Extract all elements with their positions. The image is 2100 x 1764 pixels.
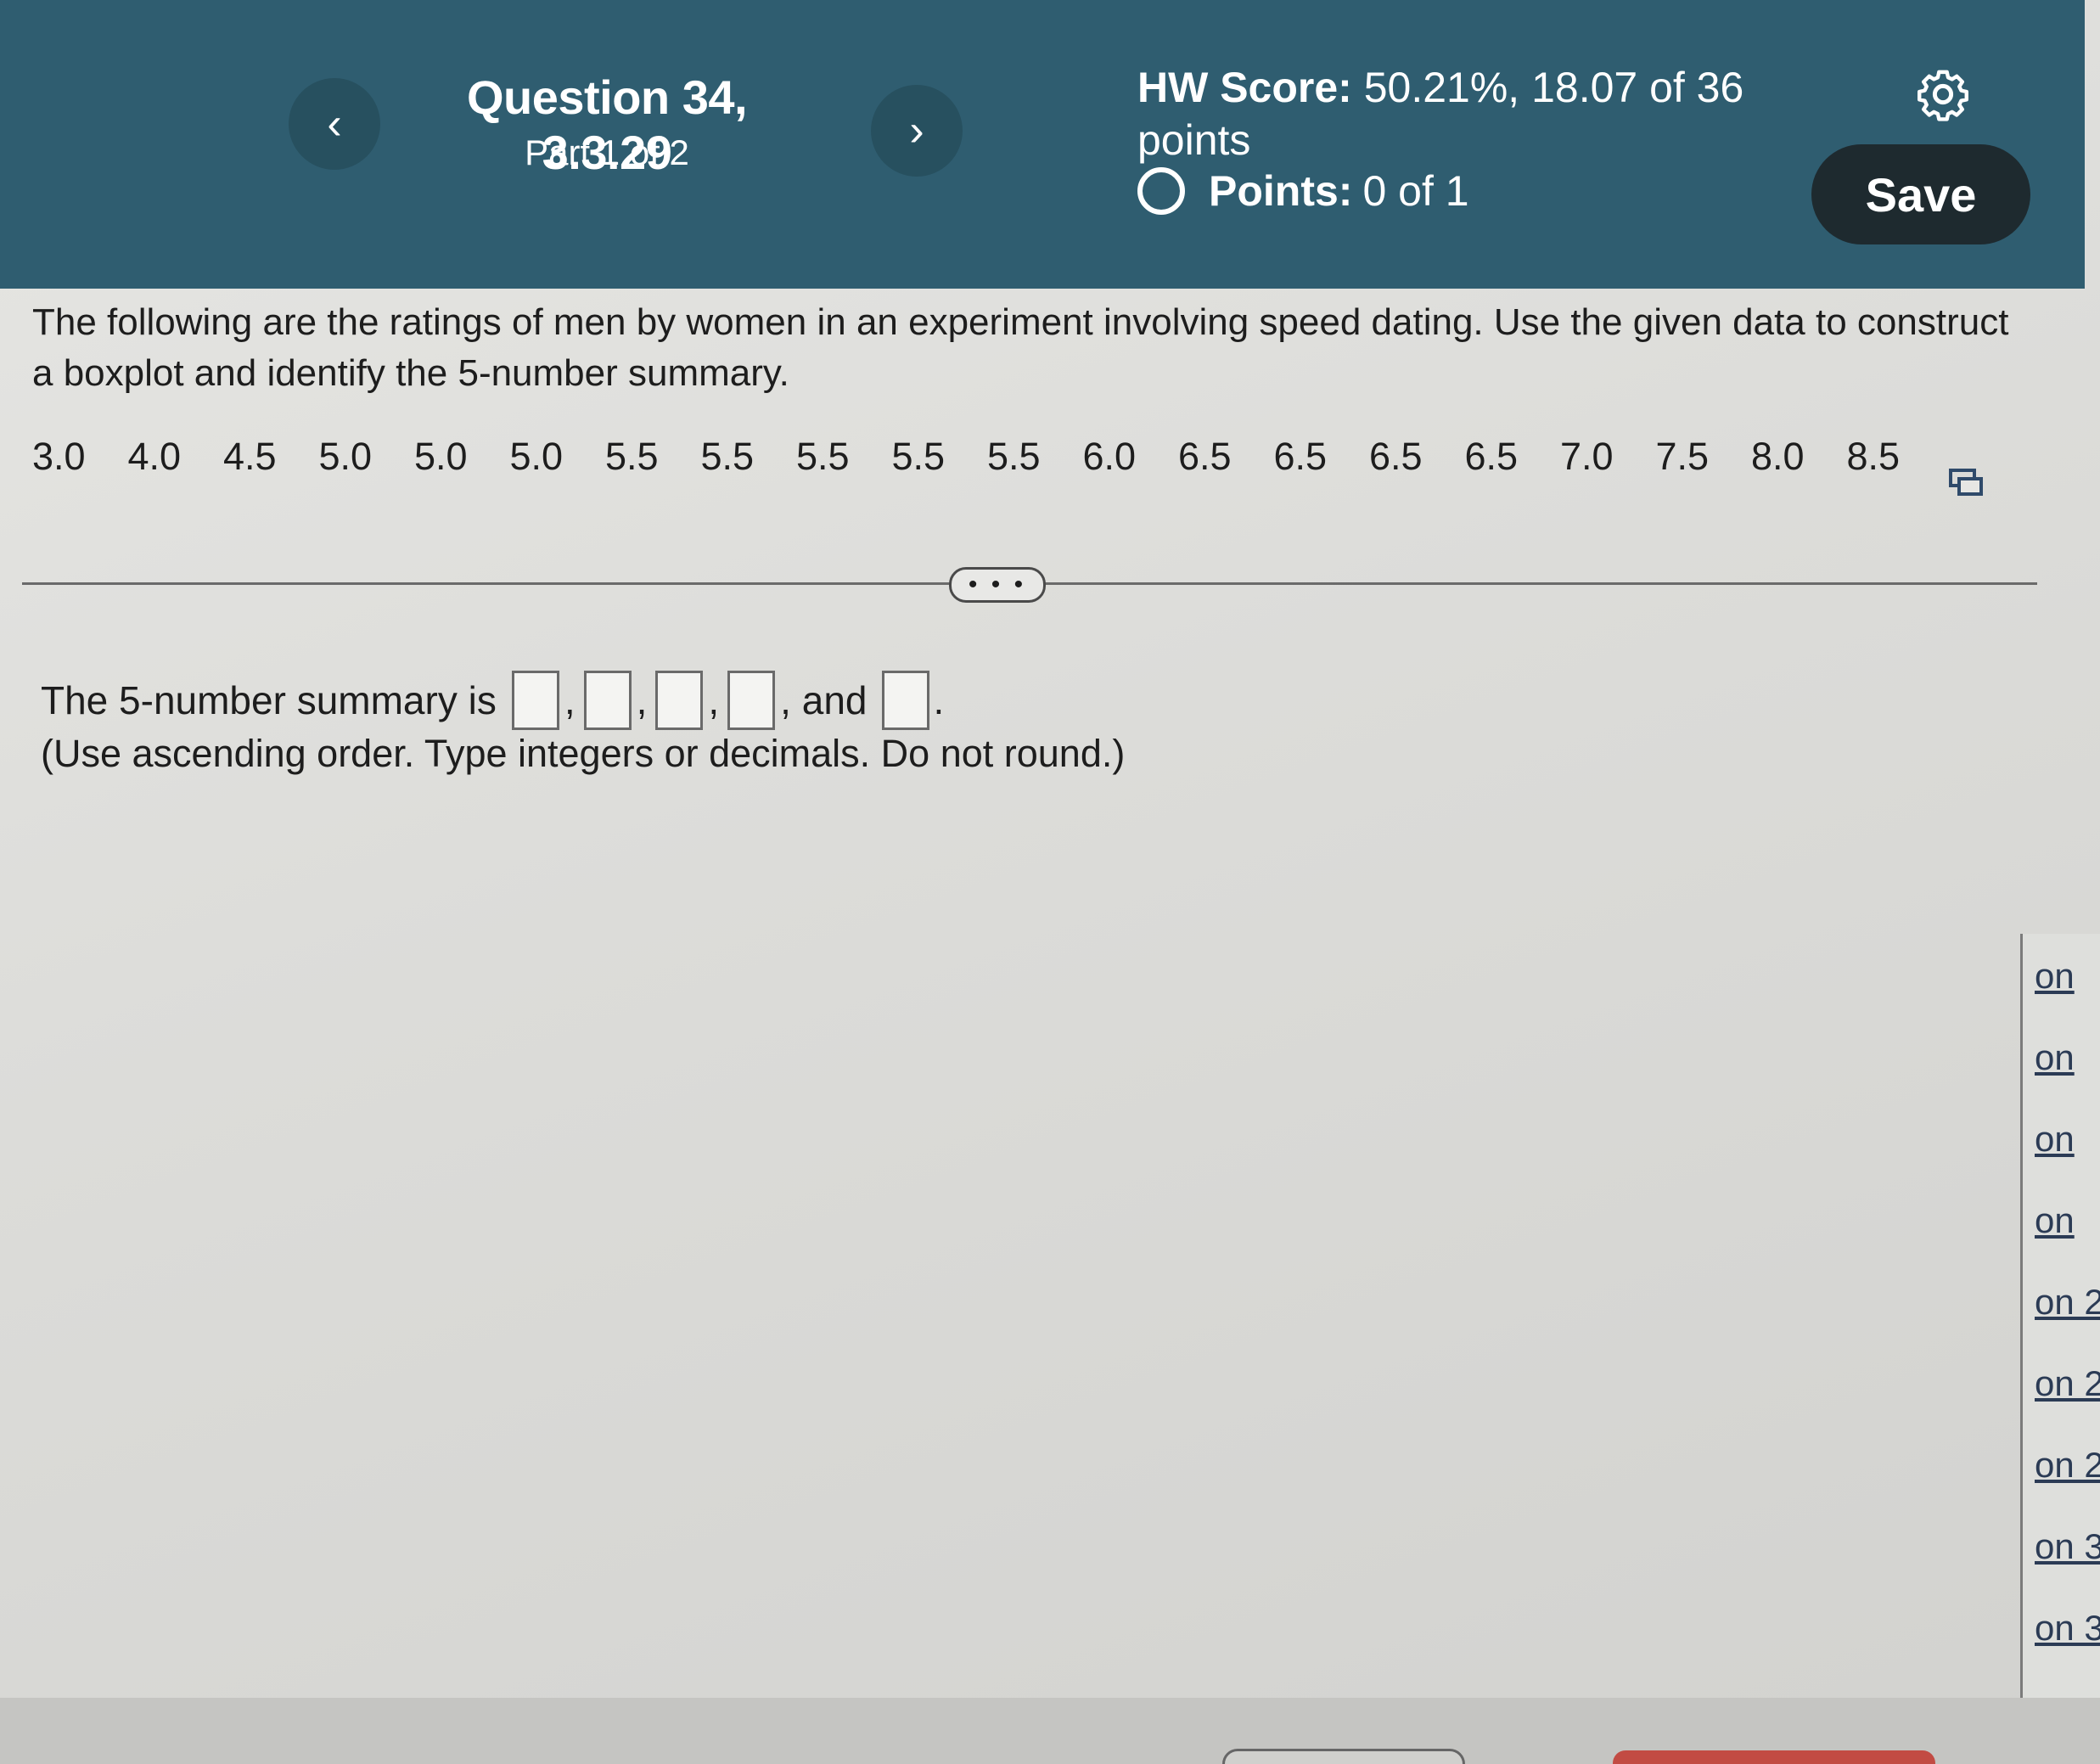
question-list-item[interactable]: on 2 (2035, 1282, 2100, 1323)
question-list-sidebar: on on on on on 2 on 2 on 2 on 3 on 3 (2020, 934, 2100, 1757)
previous-question-button[interactable]: ‹ (289, 78, 380, 170)
data-value: 4.0 (127, 435, 182, 478)
next-question-button[interactable]: › (871, 85, 963, 177)
comma: , (636, 678, 648, 722)
points-status-circle-icon (1137, 167, 1185, 215)
copy-icon[interactable] (1949, 469, 1983, 496)
median-answer-box[interactable] (655, 671, 704, 730)
data-value: 5.0 (509, 435, 564, 478)
points-label: Points: (1209, 167, 1353, 215)
data-value: 5.5 (605, 435, 659, 478)
five-number-summary-prompt: The 5-number summary is , , , , and . (41, 671, 944, 730)
question-header: ‹ Question 34, 3.3.29 Part 1 of 2 › HW S… (0, 0, 2085, 289)
question-list-item[interactable]: on 3 (2035, 1526, 2100, 1567)
points-status: Points: 0 of 1 (1137, 166, 1469, 216)
question-part: Part 1 of 2 (525, 132, 689, 172)
data-values: 3.0 4.0 4.5 5.0 5.0 5.0 5.5 5.5 5.5 5.5 … (32, 435, 2002, 479)
and-label: , and (780, 678, 868, 722)
data-value: 5.5 (891, 435, 946, 478)
hw-score: HW Score: 50.21%, 18.07 of 36 points (1137, 61, 1783, 166)
question-list-item[interactable]: on 2 (2035, 1363, 2100, 1404)
min-answer-box[interactable] (511, 671, 559, 730)
question-content: The following are the ratings of men by … (0, 289, 2085, 1698)
gear-icon[interactable] (1915, 66, 1971, 122)
data-value: 4.5 (223, 435, 277, 478)
question-list-item[interactable]: on 2 (2035, 1445, 2100, 1486)
expand-button[interactable]: • • • (949, 567, 1046, 603)
answer-hint: (Use ascending order. Type integers or d… (41, 732, 1126, 775)
data-value: 8.0 (1751, 435, 1805, 478)
question-list-item[interactable]: on (2035, 1037, 2075, 1078)
data-value: 3.0 (32, 435, 86, 478)
question-list-item[interactable]: on 3 (2035, 1608, 2100, 1649)
period: . (933, 678, 945, 722)
page: { "header": { "prev_icon": "chevron-left… (0, 0, 2100, 1764)
data-value: 5.5 (987, 435, 1041, 478)
data-value: 6.0 (1082, 435, 1137, 478)
data-value: 6.5 (1178, 435, 1232, 478)
chevron-left-icon: ‹ (327, 99, 342, 149)
question-list-item[interactable]: on (2035, 1200, 2075, 1241)
question-list-item[interactable]: on (2035, 1119, 2075, 1160)
summary-prefix: The 5-number summary is (41, 678, 497, 722)
data-value: 5.5 (796, 435, 850, 478)
q3-answer-box[interactable] (727, 671, 776, 730)
data-value: 6.5 (1273, 435, 1328, 478)
question-list-item[interactable]: on (2035, 956, 2075, 997)
data-value: 7.5 (1655, 435, 1710, 478)
comma: , (564, 678, 576, 722)
bottom-outline-button[interactable] (1222, 1749, 1465, 1764)
data-value: 8.5 (1846, 435, 1901, 478)
hw-score-label: HW Score: (1137, 64, 1352, 111)
data-value: 6.5 (1369, 435, 1423, 478)
data-value: 7.0 (1560, 435, 1614, 478)
data-value: 6.5 (1464, 435, 1519, 478)
data-value: 5.0 (414, 435, 468, 478)
comma: , (708, 678, 720, 722)
bottom-red-button[interactable] (1613, 1750, 1935, 1764)
points-value: 0 of 1 (1362, 167, 1469, 215)
q1-answer-box[interactable] (583, 671, 632, 730)
data-value: 5.5 (700, 435, 755, 478)
problem-statement: The following are the ratings of men by … (32, 301, 2009, 394)
save-button[interactable]: Save (1811, 144, 2030, 244)
data-value: 5.0 (318, 435, 373, 478)
chevron-right-icon: › (909, 106, 924, 155)
max-answer-box[interactable] (882, 671, 930, 730)
